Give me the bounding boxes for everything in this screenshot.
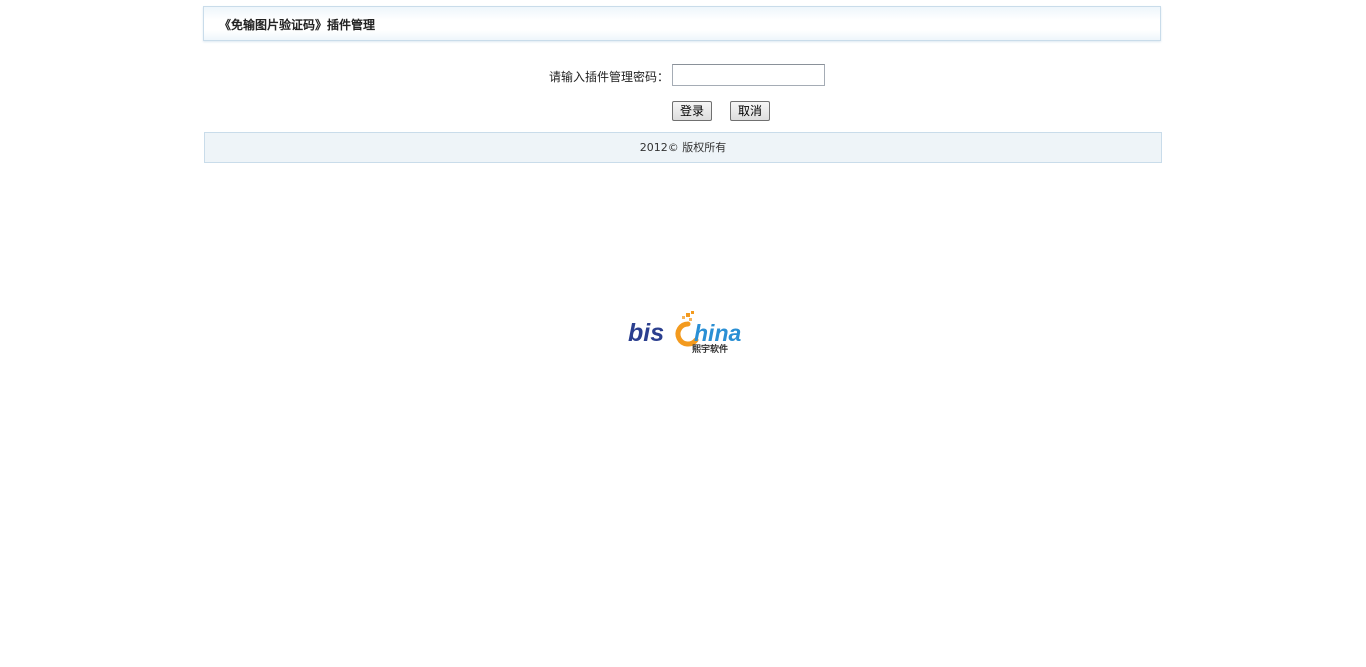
logo-text-bis: bis	[628, 319, 664, 347]
page: 《免输图片验证码》插件管理 请输入插件管理密码： 登录 取消 2012© 版权所…	[0, 0, 1366, 667]
logo-subtitle: 熙宇软件	[692, 343, 728, 355]
logo-text-hina: hina	[694, 320, 741, 346]
password-row: 请输入插件管理密码：	[0, 64, 1366, 86]
login-button[interactable]: 登录	[672, 101, 712, 121]
copyright-text: 2012© 版权所有	[639, 141, 727, 154]
page-title: 《免输图片验证码》插件管理	[219, 18, 376, 32]
cancel-button[interactable]: 取消	[730, 101, 770, 121]
logo-squares-icon	[682, 311, 694, 321]
password-label: 请输入插件管理密码：	[549, 70, 670, 84]
bischina-logo: bis hina 熙宇软件	[628, 311, 741, 355]
title-bar: 《免输图片验证码》插件管理	[203, 6, 1161, 41]
password-input[interactable]	[672, 64, 825, 86]
footer-bar: 2012© 版权所有	[204, 132, 1162, 163]
